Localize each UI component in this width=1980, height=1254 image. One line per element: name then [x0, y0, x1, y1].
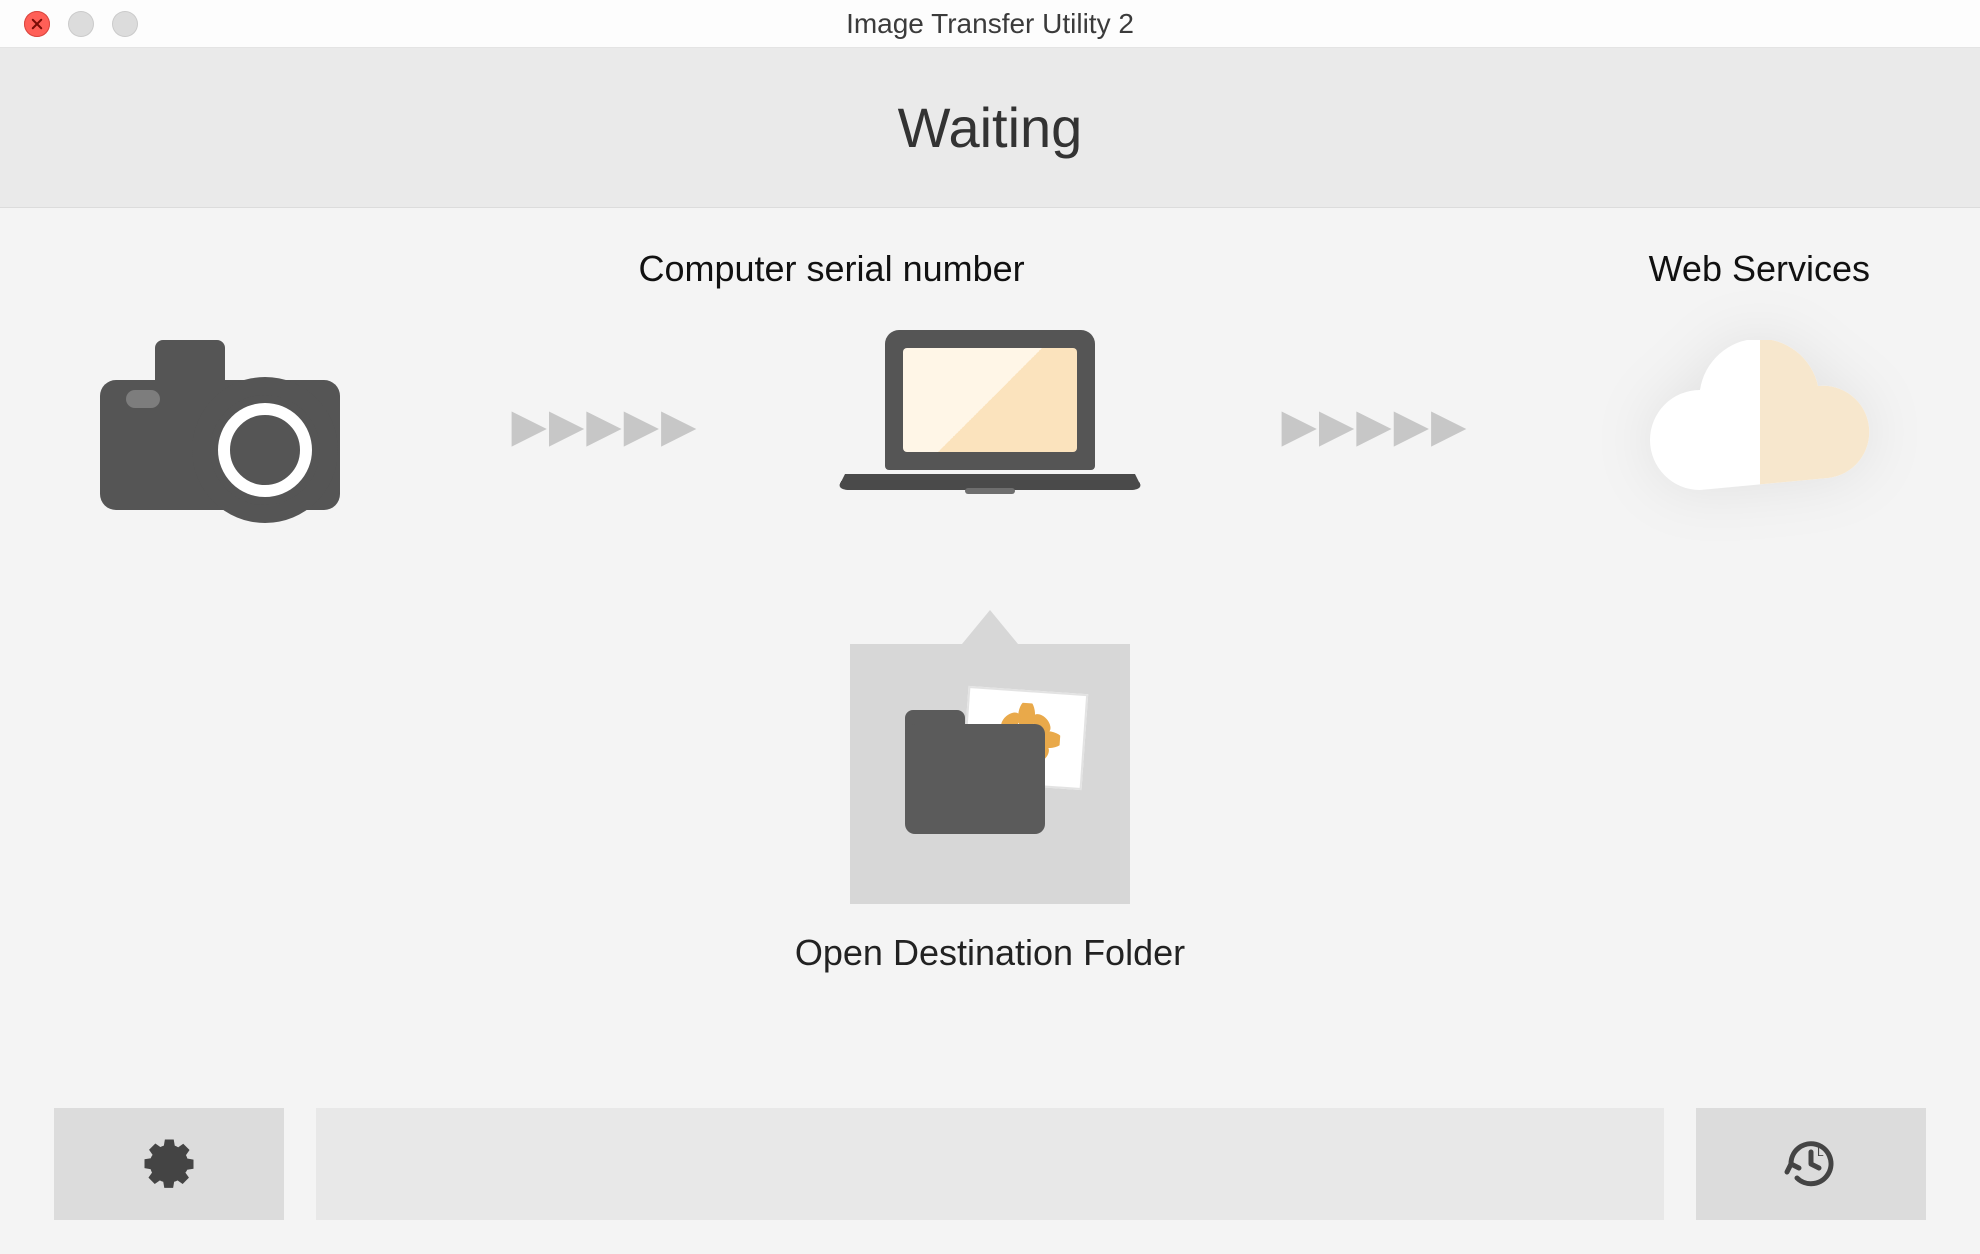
cloud-icon [1630, 340, 1890, 510]
computer-node [840, 330, 1140, 520]
computer-label: Computer serial number [485, 248, 1177, 290]
transfer-arrows-right: ▶▶▶▶▶ [1282, 398, 1469, 452]
camera-node [70, 340, 370, 510]
labels-row: Computer serial number Web Services [70, 248, 1910, 290]
transfer-arrows-left: ▶▶▶▶▶ [512, 398, 699, 452]
callout-arrow-icon [962, 610, 1018, 644]
bottom-bar: L [0, 1108, 1980, 1220]
cloud-node [1610, 340, 1910, 510]
window-title: Image Transfer Utility 2 [0, 8, 1980, 40]
destination-section: Open Destination Folder [70, 610, 1910, 974]
status-text: Waiting [898, 95, 1083, 160]
camera-icon [100, 340, 340, 510]
titlebar: Image Transfer Utility 2 [0, 0, 1980, 48]
gear-icon [137, 1132, 201, 1196]
laptop-icon [845, 330, 1135, 520]
web-services-label: Web Services [1178, 248, 1910, 290]
svg-text:L: L [1817, 1145, 1824, 1159]
open-destination-folder-button[interactable] [850, 644, 1130, 904]
status-band: Waiting [0, 48, 1980, 208]
main-area: Computer serial number Web Services ▶▶▶▶… [0, 208, 1980, 974]
folder-photo-icon [905, 704, 1075, 844]
history-button[interactable]: L [1696, 1108, 1926, 1220]
history-icon: L [1779, 1132, 1843, 1196]
status-area [316, 1108, 1664, 1220]
open-destination-folder-label: Open Destination Folder [795, 932, 1185, 974]
settings-button[interactable] [54, 1108, 284, 1220]
flow-row: ▶▶▶▶▶ ▶▶▶▶▶ [70, 330, 1910, 520]
